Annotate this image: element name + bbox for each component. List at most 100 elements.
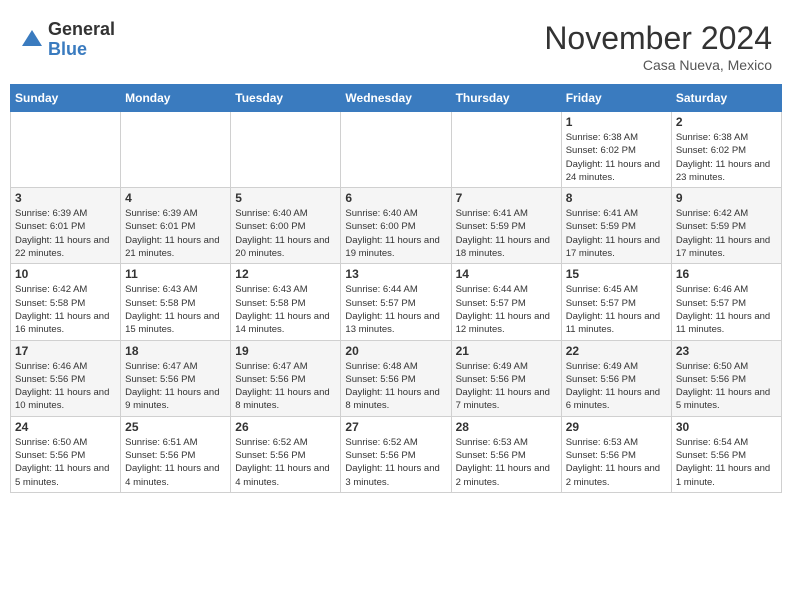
calendar-cell: 13Sunrise: 6:44 AM Sunset: 5:57 PM Dayli…	[341, 264, 451, 340]
day-number: 24	[15, 420, 116, 434]
day-info: Sunrise: 6:38 AM Sunset: 6:02 PM Dayligh…	[566, 131, 667, 184]
day-of-week-header: Thursday	[451, 85, 561, 112]
day-info: Sunrise: 6:47 AM Sunset: 5:56 PM Dayligh…	[235, 360, 336, 413]
calendar-cell: 6 Sunrise: 6:40 AM Sunset: 6:00 PM Daylig…	[341, 188, 451, 264]
day-info: Sunrise: 6:49 AM Sunset: 5:56 PM Dayligh…	[456, 360, 557, 413]
calendar-cell: 22 Sunrise: 6:49 AM Sunset: 5:56 PM Dayli…	[561, 340, 671, 416]
calendar-cell: 23Sunrise: 6:50 AM Sunset: 5:56 PM Dayli…	[671, 340, 781, 416]
day-info: Sunrise: 6:50 AM Sunset: 5:56 PM Dayligh…	[15, 436, 116, 489]
day-info: Sunrise: 6:38 AM Sunset: 6:02 PM Dayligh…	[676, 131, 777, 184]
day-of-week-header: Sunday	[11, 85, 121, 112]
day-number: 19	[235, 344, 336, 358]
calendar-cell	[451, 112, 561, 188]
calendar-cell: 28Sunrise: 6:53 AM Sunset: 5:56 PM Dayli…	[451, 416, 561, 492]
day-number: 3	[15, 191, 116, 205]
day-info: Sunrise: 6:46 AM Sunset: 5:56 PM Dayligh…	[15, 360, 116, 413]
day-number: 18	[125, 344, 226, 358]
calendar-cell: 8 Sunrise: 6:41 AM Sunset: 5:59 PM Daylig…	[561, 188, 671, 264]
calendar-cell: 16 Sunrise: 6:46 AM Sunset: 5:57 PM Dayli…	[671, 264, 781, 340]
calendar-cell: 26Sunrise: 6:52 AM Sunset: 5:56 PM Dayli…	[231, 416, 341, 492]
day-info: Sunrise: 6:43 AM Sunset: 5:58 PM Dayligh…	[235, 283, 336, 336]
day-number: 5	[235, 191, 336, 205]
logo-text: General Blue	[48, 20, 115, 60]
calendar-week-row: 24 Sunrise: 6:50 AM Sunset: 5:56 PM Dayli…	[11, 416, 782, 492]
day-info: Sunrise: 6:49 AM Sunset: 5:56 PM Dayligh…	[566, 360, 667, 413]
day-info: Sunrise: 6:39 AM Sunset: 6:01 PM Dayligh…	[15, 207, 116, 260]
title-block: November 2024 Casa Nueva, Mexico	[544, 20, 772, 73]
day-number: 11	[125, 267, 226, 281]
calendar-cell: 7Sunrise: 6:41 AM Sunset: 5:59 PM Daylig…	[451, 188, 561, 264]
calendar-cell: 29Sunrise: 6:53 AM Sunset: 5:56 PM Dayli…	[561, 416, 671, 492]
day-number: 16	[676, 267, 777, 281]
calendar-cell	[341, 112, 451, 188]
logo-icon	[20, 28, 44, 52]
day-number: 27	[345, 420, 446, 434]
calendar-table: SundayMondayTuesdayWednesdayThursdayFrid…	[10, 84, 782, 493]
day-number: 10	[15, 267, 116, 281]
calendar-cell: 5 Sunrise: 6:40 AM Sunset: 6:00 PM Daylig…	[231, 188, 341, 264]
day-number: 25	[125, 420, 226, 434]
day-info: Sunrise: 6:40 AM Sunset: 6:00 PM Dayligh…	[235, 207, 336, 260]
calendar-cell: 4Sunrise: 6:39 AM Sunset: 6:01 PM Daylig…	[121, 188, 231, 264]
day-number: 8	[566, 191, 667, 205]
day-info: Sunrise: 6:46 AM Sunset: 5:57 PM Dayligh…	[676, 283, 777, 336]
day-info: Sunrise: 6:54 AM Sunset: 5:56 PM Dayligh…	[676, 436, 777, 489]
calendar-body: 1 Sunrise: 6:38 AM Sunset: 6:02 PM Daylig…	[11, 112, 782, 493]
logo-blue-text: Blue	[48, 40, 115, 60]
day-info: Sunrise: 6:52 AM Sunset: 5:56 PM Dayligh…	[235, 436, 336, 489]
day-of-week-header: Monday	[121, 85, 231, 112]
day-info: Sunrise: 6:53 AM Sunset: 5:56 PM Dayligh…	[566, 436, 667, 489]
day-info: Sunrise: 6:42 AM Sunset: 5:59 PM Dayligh…	[676, 207, 777, 260]
calendar-cell: 24 Sunrise: 6:50 AM Sunset: 5:56 PM Dayli…	[11, 416, 121, 492]
day-number: 6	[345, 191, 446, 205]
day-number: 22	[566, 344, 667, 358]
day-of-week-header: Friday	[561, 85, 671, 112]
days-of-week-row: SundayMondayTuesdayWednesdayThursdayFrid…	[11, 85, 782, 112]
calendar-cell: 9 Sunrise: 6:42 AM Sunset: 5:59 PM Daylig…	[671, 188, 781, 264]
day-number: 1	[566, 115, 667, 129]
calendar-cell	[121, 112, 231, 188]
day-number: 14	[456, 267, 557, 281]
calendar-cell: 1 Sunrise: 6:38 AM Sunset: 6:02 PM Daylig…	[561, 112, 671, 188]
day-number: 30	[676, 420, 777, 434]
day-number: 20	[345, 344, 446, 358]
day-info: Sunrise: 6:44 AM Sunset: 5:57 PM Dayligh…	[456, 283, 557, 336]
day-info: Sunrise: 6:47 AM Sunset: 5:56 PM Dayligh…	[125, 360, 226, 413]
logo-general-text: General	[48, 20, 115, 40]
day-info: Sunrise: 6:40 AM Sunset: 6:00 PM Dayligh…	[345, 207, 446, 260]
calendar-cell	[11, 112, 121, 188]
day-of-week-header: Tuesday	[231, 85, 341, 112]
day-number: 23	[676, 344, 777, 358]
day-of-week-header: Wednesday	[341, 85, 451, 112]
page-header: General Blue November 2024 Casa Nueva, M…	[10, 10, 782, 78]
logo: General Blue	[20, 20, 115, 60]
calendar-week-row: 3 Sunrise: 6:39 AM Sunset: 6:01 PM Daylig…	[11, 188, 782, 264]
day-info: Sunrise: 6:48 AM Sunset: 5:56 PM Dayligh…	[345, 360, 446, 413]
day-number: 13	[345, 267, 446, 281]
day-info: Sunrise: 6:41 AM Sunset: 5:59 PM Dayligh…	[566, 207, 667, 260]
calendar-cell	[231, 112, 341, 188]
day-info: Sunrise: 6:51 AM Sunset: 5:56 PM Dayligh…	[125, 436, 226, 489]
calendar-cell: 10Sunrise: 6:42 AM Sunset: 5:58 PM Dayli…	[11, 264, 121, 340]
calendar-cell: 15Sunrise: 6:45 AM Sunset: 5:57 PM Dayli…	[561, 264, 671, 340]
calendar-cell: 17 Sunrise: 6:46 AM Sunset: 5:56 PM Dayli…	[11, 340, 121, 416]
calendar-cell: 14 Sunrise: 6:44 AM Sunset: 5:57 PM Dayli…	[451, 264, 561, 340]
day-number: 7	[456, 191, 557, 205]
calendar-week-row: 17 Sunrise: 6:46 AM Sunset: 5:56 PM Dayli…	[11, 340, 782, 416]
calendar-week-row: 10Sunrise: 6:42 AM Sunset: 5:58 PM Dayli…	[11, 264, 782, 340]
calendar-cell: 25 Sunrise: 6:51 AM Sunset: 5:56 PM Dayli…	[121, 416, 231, 492]
month-title: November 2024	[544, 20, 772, 57]
calendar-cell: 27Sunrise: 6:52 AM Sunset: 5:56 PM Dayli…	[341, 416, 451, 492]
day-number: 21	[456, 344, 557, 358]
day-info: Sunrise: 6:43 AM Sunset: 5:58 PM Dayligh…	[125, 283, 226, 336]
calendar-cell: 18 Sunrise: 6:47 AM Sunset: 5:56 PM Dayli…	[121, 340, 231, 416]
day-number: 17	[15, 344, 116, 358]
calendar-cell: 19 Sunrise: 6:47 AM Sunset: 5:56 PM Dayli…	[231, 340, 341, 416]
day-number: 9	[676, 191, 777, 205]
day-number: 12	[235, 267, 336, 281]
calendar-cell: 30 Sunrise: 6:54 AM Sunset: 5:56 PM Dayli…	[671, 416, 781, 492]
calendar-cell: 2Sunrise: 6:38 AM Sunset: 6:02 PM Daylig…	[671, 112, 781, 188]
calendar-header: SundayMondayTuesdayWednesdayThursdayFrid…	[11, 85, 782, 112]
day-number: 28	[456, 420, 557, 434]
day-info: Sunrise: 6:39 AM Sunset: 6:01 PM Dayligh…	[125, 207, 226, 260]
